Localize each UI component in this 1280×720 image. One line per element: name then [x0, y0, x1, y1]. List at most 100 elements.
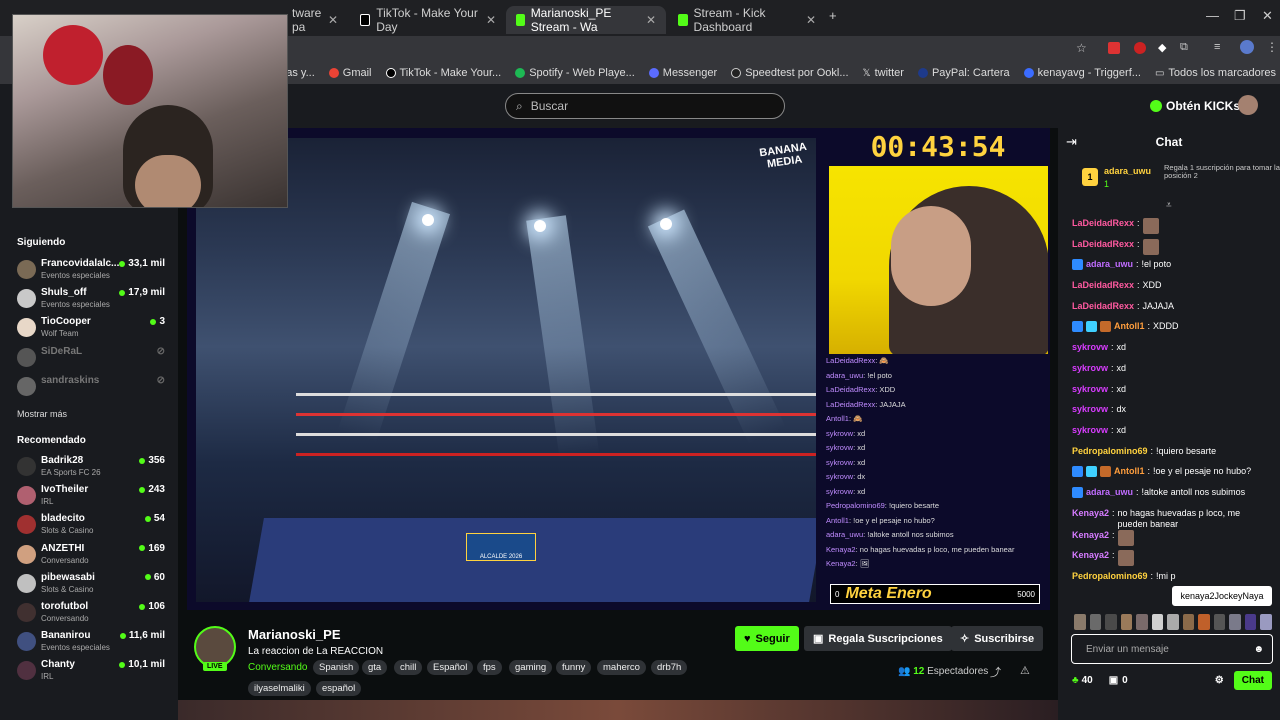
star-icon[interactable]: ☆ [1076, 41, 1087, 55]
subscribe-button[interactable]: ✧ Suscribirse [951, 626, 1044, 651]
emote-icon[interactable] [1074, 614, 1086, 630]
sidebar-channel[interactable]: ANZETHI Conversando 169 [17, 542, 165, 568]
tab-software[interactable]: tware pa ✕ [282, 6, 348, 34]
chat-username[interactable]: adara_uwu [1086, 259, 1133, 270]
chat-username[interactable]: LaDeidadRexx [1072, 218, 1134, 229]
maximize-icon[interactable]: ❐ [1234, 8, 1246, 24]
puzzle-icon[interactable]: ⧉ [1180, 41, 1188, 54]
sidebar-channel[interactable]: SiDeRaL ⊘ [17, 345, 165, 371]
bookmark-item[interactable]: 𝕏twitter [863, 67, 904, 79]
emote-icon[interactable] [1244, 614, 1257, 630]
emote-icon[interactable] [1182, 614, 1195, 630]
sidebar-channel[interactable]: Badrik28 EA Sports FC 26 356 [17, 454, 165, 480]
chat-input[interactable]: Enviar un mensaje ☻ [1071, 634, 1273, 664]
extension-icon[interactable]: ◆ [1158, 41, 1166, 54]
sidebar-channel[interactable]: Bananirou Eventos especiales 11,6 mil [17, 629, 165, 655]
emoji-icon[interactable]: ☻ [1253, 644, 1264, 655]
profile-icon[interactable] [1240, 40, 1254, 54]
emote-icon[interactable] [1167, 614, 1179, 630]
bookmark-item[interactable]: Gmail [328, 67, 372, 79]
sidebar-channel[interactable]: pibewasabi Slots & Casino 60 [17, 571, 165, 597]
emote-icon[interactable] [1198, 614, 1210, 630]
chat-username[interactable]: Pedropalomino69 [1072, 571, 1148, 582]
chat-username[interactable]: adara_uwu [1086, 487, 1133, 498]
tab-stream[interactable]: Marianoski_PE Stream - Wa ✕ [506, 6, 666, 34]
tag[interactable]: maherco [597, 660, 646, 675]
sidebar-channel[interactable]: sandraskins ⊘ [17, 374, 165, 400]
emote-icon[interactable] [1260, 614, 1272, 630]
close-icon[interactable]: ✕ [328, 13, 338, 27]
show-more-link[interactable]: Mostrar más [17, 409, 67, 419]
chat-username[interactable]: sykrovw [1072, 363, 1108, 374]
sidebar-channel[interactable]: Shuls_off Eventos especiales 17,9 mil [17, 286, 165, 312]
scroll-indicator-icon[interactable]: ⩡ [1166, 200, 1172, 211]
tag[interactable]: Spanish [313, 660, 360, 675]
chat-username[interactable]: LaDeidadRexx [1072, 280, 1134, 291]
chat-username[interactable]: LaDeidadRexx [1072, 239, 1134, 250]
emote-icon[interactable] [1105, 614, 1117, 630]
tag[interactable]: drb7h [651, 660, 688, 675]
gift-icon[interactable]: ▣ [1109, 675, 1118, 686]
chat-username[interactable]: sykrovw [1072, 404, 1108, 415]
sidebar-channel[interactable]: TioCooper Wolf Team 3 [17, 315, 165, 341]
user-avatar[interactable] [1238, 95, 1258, 115]
tag[interactable]: gaming [509, 660, 553, 675]
follow-button[interactable]: ♥ Seguir [735, 626, 799, 651]
close-icon[interactable]: ✕ [646, 13, 656, 27]
emote-icon[interactable] [1136, 614, 1148, 630]
bookmark-item[interactable]: TikTok - Make Your... [385, 67, 501, 79]
emote-icon[interactable] [1120, 614, 1133, 630]
chat-username[interactable]: Antoll1 [1114, 321, 1145, 332]
bookmark-item[interactable]: Messenger [648, 67, 717, 79]
close-icon[interactable]: ✕ [806, 13, 816, 27]
tag[interactable]: gta [362, 660, 388, 675]
bookmark-item[interactable]: Speedtest por Ookl... [731, 67, 849, 79]
emote-icon[interactable] [1151, 614, 1164, 630]
tag[interactable]: español [316, 681, 362, 696]
emote-icon[interactable] [1229, 614, 1241, 630]
tag[interactable]: funny [556, 660, 592, 675]
stream-category[interactable]: Conversando [248, 662, 307, 673]
chat-username[interactable]: Antoll1 [1114, 466, 1145, 477]
chat-username[interactable]: Kenaya2 [1072, 508, 1109, 519]
sidebar-channel[interactable]: Francovidalalc... Eventos especiales 33,1 … [17, 257, 165, 283]
share-icon[interactable]: ⤴ [990, 664, 1001, 680]
tab-tiktok[interactable]: TikTok - Make Your Day ✕ [350, 6, 506, 34]
send-chat-button[interactable]: Chat [1233, 670, 1272, 690]
chat-username[interactable]: LaDeidadRexx [1072, 301, 1134, 312]
chat-username[interactable]: sykrovw [1072, 342, 1108, 353]
tab-dashboard[interactable]: Stream - Kick Dashboard ✕ [668, 6, 826, 34]
minimize-icon[interactable]: — [1206, 8, 1219, 23]
chat-username[interactable]: Kenaya2 [1072, 530, 1109, 541]
tag[interactable]: ilyaselmaliki [248, 681, 311, 696]
menu-icon[interactable]: ⋮ [1266, 40, 1278, 54]
sidebar-channel[interactable]: Chanty IRL 10,1 mil [17, 658, 165, 684]
chat-username[interactable]: sykrovw [1072, 425, 1108, 436]
media-icon[interactable]: ≡ [1214, 41, 1220, 53]
sidebar-channel[interactable]: bladecito Slots & Casino 54 [17, 512, 165, 538]
chat-username[interactable]: Pedropalomino69 [1072, 446, 1148, 457]
extension-icon[interactable] [1134, 42, 1146, 54]
sidebar-channel[interactable]: IvoTheiler IRL 243 [17, 483, 165, 509]
tag[interactable]: Español [427, 660, 474, 675]
bookmark-item[interactable]: kenayavg - Triggerf... [1023, 67, 1141, 79]
tag[interactable]: chill [394, 660, 423, 675]
settings-icon[interactable]: ⚙ [1215, 675, 1224, 686]
report-icon[interactable]: ⚠ [1020, 664, 1030, 677]
new-tab-button[interactable]: + [829, 8, 837, 23]
all-bookmarks[interactable]: ▭ Todos los marcadores [1155, 67, 1276, 79]
window-close-icon[interactable]: ✕ [1262, 8, 1273, 24]
gift-subs-button[interactable]: ▣ Regala Suscripciones [804, 626, 952, 651]
bookmark-item[interactable]: PayPal: Cartera [917, 67, 1010, 79]
pinned-user[interactable]: adara_uwu [1104, 166, 1151, 176]
bookmark-item[interactable]: Spotify - Web Playe... [515, 67, 635, 79]
emote-icon[interactable] [1213, 614, 1226, 630]
search-input[interactable]: ⌕ Buscar [505, 93, 785, 119]
close-icon[interactable]: ✕ [486, 13, 496, 27]
chat-username[interactable]: Kenaya2 [1072, 550, 1109, 561]
channel-name[interactable]: Marianoski_PE [248, 627, 341, 642]
get-kicks-button[interactable]: Obtén KICKs [1150, 96, 1240, 116]
emote-icon[interactable] [1089, 614, 1102, 630]
extension-icon[interactable] [1108, 42, 1120, 54]
sidebar-channel[interactable]: torofutbol Conversando 106 [17, 600, 165, 626]
